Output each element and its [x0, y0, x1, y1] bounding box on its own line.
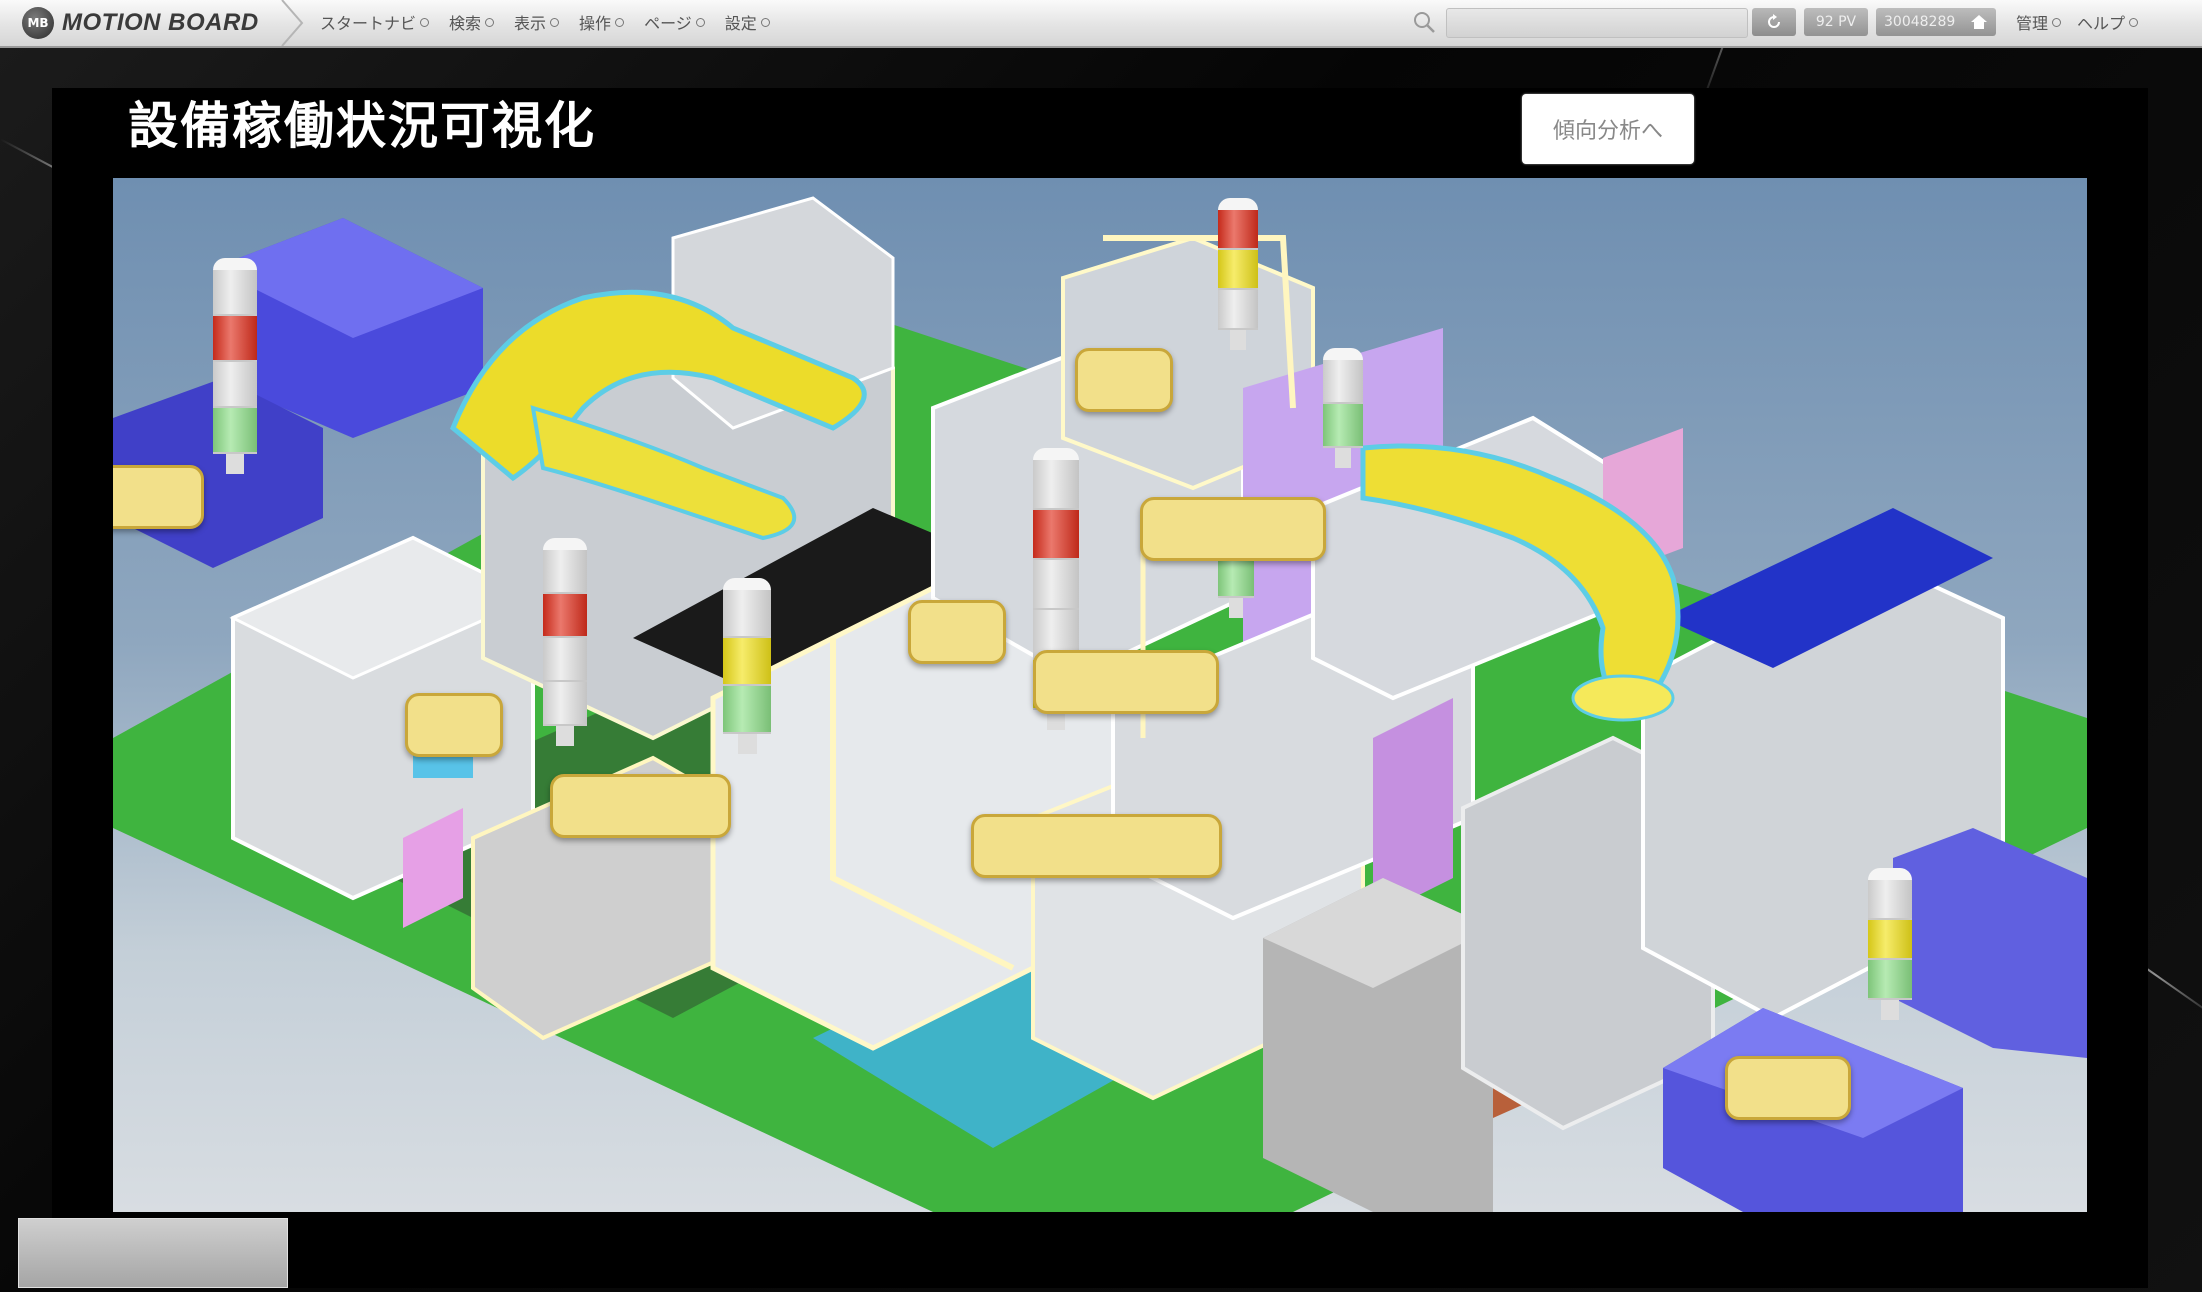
- tower-pole: [737, 734, 757, 754]
- tower-status-label[interactable]: [1075, 348, 1173, 412]
- tower-status-label[interactable]: [971, 814, 1222, 878]
- menu-dot-icon: [485, 17, 495, 27]
- search-input[interactable]: [1446, 8, 1748, 38]
- tower-light-green: [1868, 960, 1912, 1000]
- main-menu: スタートナビ 検索 表示 操作 ページ 設定: [320, 0, 770, 44]
- tower-cap: [213, 258, 257, 270]
- tower-light-green: [213, 408, 257, 454]
- brand-name: MOTION BOARD: [62, 9, 259, 36]
- tower-pole: [1881, 1000, 1899, 1020]
- menu-dot-icon: [2052, 17, 2062, 27]
- tower-status-label[interactable]: [1033, 650, 1219, 714]
- tower-pole: [1230, 330, 1246, 350]
- tower-light-red: [1033, 510, 1079, 560]
- tower-light-off: [723, 590, 771, 638]
- signal-tower[interactable]: [723, 578, 771, 754]
- logo-badge-icon: MB: [22, 7, 54, 39]
- menu-label: ページ: [644, 14, 692, 33]
- tower-light-yellow: [1868, 920, 1912, 960]
- menu-settings[interactable]: 設定: [725, 10, 770, 34]
- search-icon[interactable]: [1410, 8, 1438, 36]
- menu-help[interactable]: ヘルプ: [2077, 10, 2139, 34]
- user-id-button[interactable]: 30048289: [1876, 8, 1996, 36]
- tower-light-yellow: [723, 638, 771, 686]
- signal-tower[interactable]: [1868, 868, 1912, 1020]
- tower-pole: [1335, 448, 1351, 468]
- menu-label: 検索: [449, 14, 482, 33]
- page-title: 設備稼働状況可視化: [128, 97, 596, 155]
- tower-light-off: [1033, 560, 1079, 610]
- menu-page[interactable]: ページ: [644, 10, 705, 34]
- menu-label: スタートナビ: [320, 14, 417, 33]
- tower-status-label[interactable]: [1725, 1056, 1851, 1120]
- signal-tower[interactable]: [543, 538, 587, 746]
- tower-light-off: [543, 550, 587, 594]
- menu-admin[interactable]: 管理: [2016, 10, 2062, 34]
- tower-cap: [1033, 448, 1079, 460]
- tower-status-label[interactable]: [550, 774, 731, 838]
- tower-pole: [226, 454, 244, 474]
- tower-cap: [1218, 198, 1258, 210]
- tower-cap: [543, 538, 587, 550]
- tower-light-off: [1323, 360, 1363, 404]
- menu-view[interactable]: 表示: [514, 10, 560, 34]
- refresh-icon: [1768, 14, 1780, 28]
- nav-separator-icon: [281, 0, 304, 46]
- menu-label: 設定: [724, 14, 757, 33]
- tower-status-label[interactable]: [1140, 497, 1326, 561]
- menu-start-navi[interactable]: スタートナビ: [320, 10, 430, 34]
- menu-dot-icon: [615, 17, 625, 27]
- menu-label: 管理: [2016, 14, 2049, 33]
- tower-pole: [1229, 598, 1243, 618]
- menu-operation[interactable]: 操作: [579, 10, 625, 34]
- tower-status-label[interactable]: [908, 600, 1006, 664]
- menu-label: 操作: [579, 14, 612, 33]
- menu-dot-icon: [2129, 17, 2139, 27]
- menu-dot-icon: [550, 17, 560, 27]
- tower-light-green: [1323, 404, 1363, 448]
- tower-light-green: [723, 686, 771, 734]
- signal-tower-layer: [113, 178, 2087, 1212]
- user-id: 30048289: [1884, 14, 1956, 30]
- signal-tower[interactable]: [1218, 198, 1258, 350]
- motionboard-logo[interactable]: MB MOTION BOARD: [22, 4, 259, 42]
- app-header: MB MOTION BOARD スタートナビ 検索 表示 操作 ページ 設定 9…: [0, 0, 2202, 48]
- tower-light-off: [213, 270, 257, 316]
- home-icon: [1971, 15, 1987, 29]
- tower-cap: [1323, 348, 1363, 360]
- bottom-placeholder-button[interactable]: [18, 1218, 288, 1288]
- tower-cap: [1868, 868, 1912, 880]
- factory-3d-view: [113, 178, 2087, 1212]
- tower-light-red: [1218, 210, 1258, 250]
- menu-label: ヘルプ: [2077, 14, 2126, 33]
- tower-light-off: [1033, 460, 1079, 510]
- menu-dot-icon: [760, 17, 770, 27]
- trend-analysis-button[interactable]: 傾向分析へ: [1522, 94, 1694, 164]
- refresh-button[interactable]: [1752, 8, 1796, 36]
- pv-counter: 92 PV: [1804, 8, 1868, 36]
- tower-light-off: [1218, 290, 1258, 330]
- tower-light-off: [543, 638, 587, 682]
- tower-light-off: [543, 682, 587, 726]
- right-menu: 管理 ヘルプ: [2016, 0, 2139, 44]
- menu-label: 表示: [514, 14, 547, 33]
- menu-dot-icon: [420, 17, 430, 27]
- menu-search[interactable]: 検索: [449, 10, 495, 34]
- tower-light-off: [213, 362, 257, 408]
- tower-light-yellow: [1218, 250, 1258, 290]
- signal-tower[interactable]: [1323, 348, 1363, 468]
- menu-dot-icon: [695, 17, 705, 27]
- tower-status-label[interactable]: [113, 465, 204, 529]
- tower-cap: [723, 578, 771, 590]
- tower-light-red: [213, 316, 257, 362]
- tower-light-red: [543, 594, 587, 638]
- tower-status-label[interactable]: [405, 693, 503, 757]
- signal-tower[interactable]: [213, 258, 257, 474]
- tower-pole: [556, 726, 574, 746]
- tower-light-off: [1868, 880, 1912, 920]
